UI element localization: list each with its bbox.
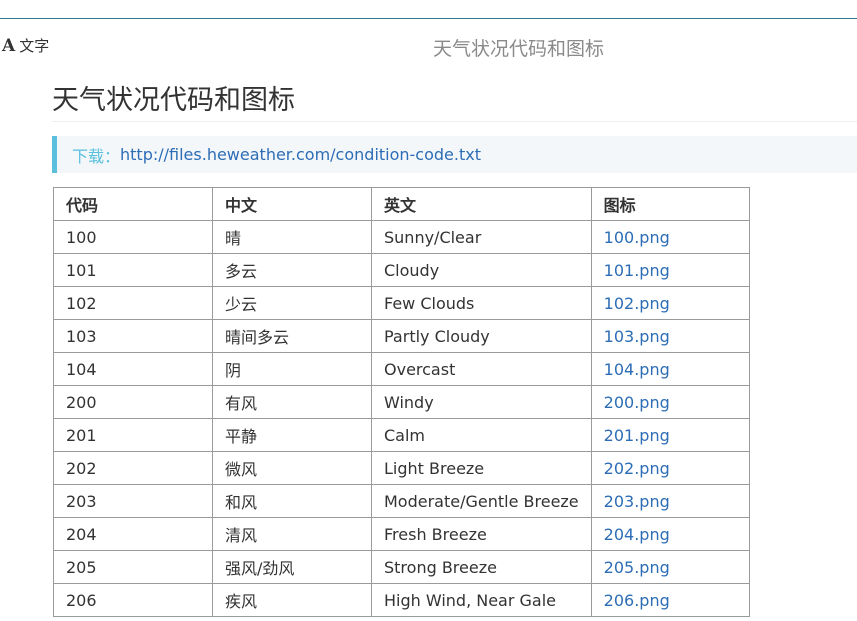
cell-chinese: 微风 <box>212 451 372 485</box>
table-row: 102 少云 Few Clouds 102.png <box>53 286 750 320</box>
condition-code-table: 代码 中文 英文 图标 100 晴 Sunny/Clear 100.png 10… <box>53 187 750 617</box>
top-border <box>0 18 857 19</box>
table-row: 104 阴 Overcast 104.png <box>53 352 750 386</box>
cell-icon: 200.png <box>590 385 750 419</box>
cell-icon: 202.png <box>590 451 750 485</box>
cell-code: 200 <box>53 385 213 419</box>
cell-icon: 103.png <box>590 319 750 353</box>
cell-english: Strong Breeze <box>371 550 592 584</box>
table-row: 202 微风 Light Breeze 202.png <box>53 451 750 485</box>
cell-english: Moderate/Gentle Breeze <box>371 484 592 518</box>
cell-code: 104 <box>53 352 213 386</box>
cell-chinese: 清风 <box>212 517 372 551</box>
icon-file-link[interactable]: 100.png <box>604 228 670 247</box>
header-chinese: 中文 <box>212 187 372 221</box>
cell-code: 202 <box>53 451 213 485</box>
cell-chinese: 阴 <box>212 352 372 386</box>
cell-code: 102 <box>53 286 213 320</box>
table-row: 206 疾风 High Wind, Near Gale 206.png <box>53 583 750 617</box>
cell-code: 204 <box>53 517 213 551</box>
table-row: 203 和风 Moderate/Gentle Breeze 203.png <box>53 484 750 518</box>
table-row: 200 有风 Windy 200.png <box>53 385 750 419</box>
cell-chinese: 疾风 <box>212 583 372 617</box>
icon-file-link[interactable]: 203.png <box>604 492 670 511</box>
table-row: 101 多云 Cloudy 101.png <box>53 253 750 287</box>
cell-icon: 203.png <box>590 484 750 518</box>
cell-chinese: 强风/劲风 <box>212 550 372 584</box>
cell-code: 103 <box>53 319 213 353</box>
cell-icon: 102.png <box>590 286 750 320</box>
table-row: 100 晴 Sunny/Clear 100.png <box>53 220 750 254</box>
cell-chinese: 和风 <box>212 484 372 518</box>
header-english: 英文 <box>371 187 592 221</box>
table-row: 201 平静 Calm 201.png <box>53 418 750 452</box>
cell-icon: 104.png <box>590 352 750 386</box>
cell-chinese: 少云 <box>212 286 372 320</box>
header-icon: 图标 <box>590 187 750 221</box>
title-divider <box>52 121 857 122</box>
cell-icon: 100.png <box>590 220 750 254</box>
header-code: 代码 <box>53 187 213 221</box>
table-row: 204 清风 Fresh Breeze 204.png <box>53 517 750 551</box>
cell-icon: 204.png <box>590 517 750 551</box>
cell-english: Windy <box>371 385 592 419</box>
cell-icon: 101.png <box>590 253 750 287</box>
icon-file-link[interactable]: 205.png <box>604 558 670 577</box>
icon-file-link[interactable]: 202.png <box>604 459 670 478</box>
cell-english: Few Clouds <box>371 286 592 320</box>
header-title: 天气状况代码和图标 <box>432 38 604 60</box>
icon-file-link[interactable]: 104.png <box>604 360 670 379</box>
cell-english: Calm <box>371 418 592 452</box>
cell-english: Sunny/Clear <box>371 220 592 254</box>
cell-code: 101 <box>53 253 213 287</box>
icon-file-link[interactable]: 102.png <box>604 294 670 313</box>
download-link[interactable]: http://files.heweather.com/condition-cod… <box>120 145 481 164</box>
page-title: 天气状况代码和图标 <box>52 85 295 116</box>
cell-code: 201 <box>53 418 213 452</box>
icon-file-link[interactable]: 200.png <box>604 393 670 412</box>
icon-file-link[interactable]: 206.png <box>604 591 670 610</box>
cell-code: 100 <box>53 220 213 254</box>
cell-code: 206 <box>53 583 213 617</box>
cell-code: 205 <box>53 550 213 584</box>
cell-english: Overcast <box>371 352 592 386</box>
icon-file-link[interactable]: 204.png <box>604 525 670 544</box>
icon-file-link[interactable]: 101.png <box>604 261 670 280</box>
icon-file-link[interactable]: 201.png <box>604 426 670 445</box>
cell-icon: 206.png <box>590 583 750 617</box>
download-callout: 下载： http://files.heweather.com/condition… <box>52 136 857 173</box>
table-header-row: 代码 中文 英文 图标 <box>53 187 750 221</box>
cell-chinese: 晴间多云 <box>212 319 372 353</box>
cell-english: Fresh Breeze <box>371 517 592 551</box>
cell-english: Partly Cloudy <box>371 319 592 353</box>
cell-icon: 205.png <box>590 550 750 584</box>
icon-file-link[interactable]: 103.png <box>604 327 670 346</box>
download-label: 下载： <box>72 146 121 166</box>
cell-english: High Wind, Near Gale <box>371 583 592 617</box>
cell-icon: 201.png <box>590 418 750 452</box>
cell-english: Cloudy <box>371 253 592 287</box>
table-row: 103 晴间多云 Partly Cloudy 103.png <box>53 319 750 353</box>
cell-chinese: 多云 <box>212 253 372 287</box>
cell-english: Light Breeze <box>371 451 592 485</box>
cell-chinese: 平静 <box>212 418 372 452</box>
cell-code: 203 <box>53 484 213 518</box>
cell-chinese: 晴 <box>212 220 372 254</box>
table-row: 205 强风/劲风 Strong Breeze 205.png <box>53 550 750 584</box>
cell-chinese: 有风 <box>212 385 372 419</box>
